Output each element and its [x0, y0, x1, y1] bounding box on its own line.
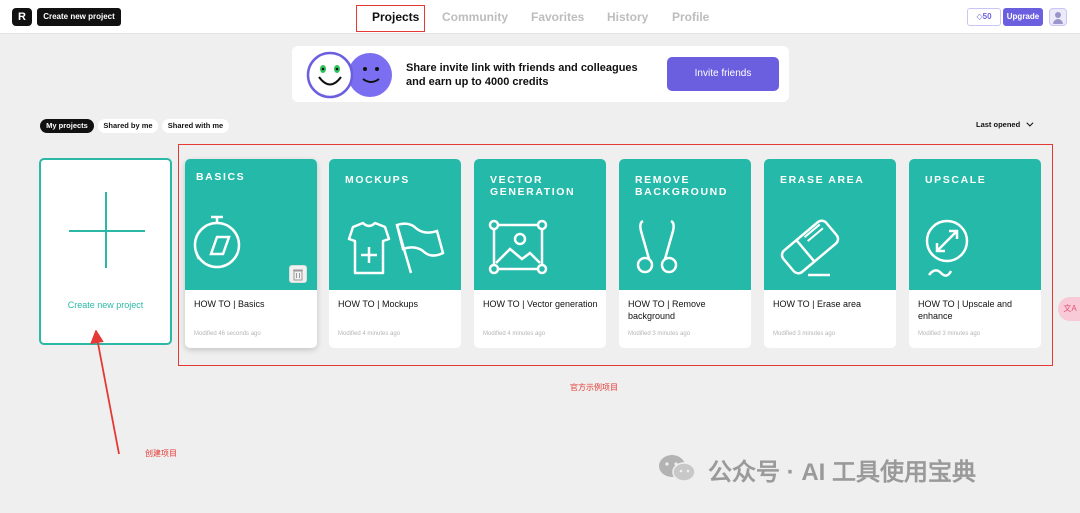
tab-favorites[interactable]: Favorites — [531, 0, 584, 34]
card-title: HOW TO | Remove background — [628, 299, 706, 321]
invite-friends-button[interactable]: Invite friends — [667, 57, 779, 91]
project-card-upscale[interactable]: UPSCALE HOW TO | Upscale and enhance Mod… — [909, 159, 1041, 348]
plus-icon-bar — [69, 230, 145, 232]
create-new-project-label: Create new project — [67, 300, 144, 310]
upgrade-button[interactable]: Upgrade — [1003, 8, 1043, 26]
filter-my-projects[interactable]: My projects — [40, 119, 94, 133]
card-title: HOW TO | Upscale and enhance — [918, 299, 1013, 321]
project-card-basics[interactable]: BASICS HOW TO | Basics Modified 46 secon… — [185, 159, 317, 348]
smiley-faces-icon — [306, 51, 392, 99]
translate-tab[interactable]: 文A — [1058, 297, 1080, 321]
invite-banner: Share invite link with friends and colle… — [292, 46, 789, 102]
vector-image-icon — [488, 219, 548, 275]
card-modified: Modified 46 seconds ago — [194, 331, 261, 337]
project-card-vector-generation[interactable]: VECTOR GENERATION HOW TO | Vector genera… — [474, 159, 606, 348]
tab-profile[interactable]: Profile — [672, 0, 709, 34]
card-category: UPSCALE — [925, 174, 987, 186]
chevron-down-icon — [1026, 119, 1034, 127]
trash-icon[interactable] — [289, 265, 307, 283]
card-category: BASICS — [196, 171, 246, 183]
card-thumbnail: UPSCALE — [909, 159, 1041, 290]
card-thumbnail: ERASE AREA — [764, 159, 896, 290]
card-category: ERASE AREA — [780, 174, 865, 186]
card-thumbnail: MOCKUPS — [329, 159, 461, 290]
card-modified: Modified 3 minutes ago — [918, 331, 981, 337]
banner-text: Share invite link with friends and colle… — [406, 62, 638, 88]
annotation-arrow-icon — [90, 330, 120, 455]
card-title: HOW TO | Mockups — [338, 299, 419, 309]
tshirt-flag-icon — [347, 221, 445, 275]
card-modified: Modified 4 minutes ago — [483, 331, 546, 337]
wechat-icon — [659, 455, 696, 482]
tab-community[interactable]: Community — [442, 0, 508, 34]
project-card-mockups[interactable]: MOCKUPS HOW TO | Mockups Modified 4 minu… — [329, 159, 461, 348]
card-category: VECTOR GENERATION — [490, 174, 576, 198]
create-new-project-card[interactable]: Create new project — [39, 158, 172, 345]
create-annotation: 创建项目 — [145, 449, 177, 458]
card-thumbnail: VECTOR GENERATION — [474, 159, 606, 290]
app-logo[interactable]: R — [12, 8, 32, 26]
sort-label: Last opened — [976, 120, 1021, 129]
card-thumbnail: BASICS — [185, 159, 317, 290]
scissors-icon — [636, 219, 678, 274]
filter-shared-by-me[interactable]: Shared by me — [98, 119, 158, 133]
create-project-button[interactable]: Create new project — [37, 8, 121, 26]
sort-dropdown[interactable]: Last opened — [976, 119, 1034, 129]
examples-annotation: 官方示例项目 — [570, 383, 618, 392]
expand-arrows-icon — [925, 219, 969, 277]
top-bar: R Create new project Projects Community … — [0, 0, 1080, 34]
card-modified: Modified 3 minutes ago — [773, 331, 836, 337]
card-category: REMOVE BACKGROUND — [635, 174, 728, 198]
card-title: HOW TO | Vector generation — [483, 299, 598, 309]
credits-count: 50 — [982, 12, 992, 21]
filter-shared-with-me[interactable]: Shared with me — [162, 119, 229, 133]
watermark-text: 公众号 · AI 工具使用宝典 — [708, 459, 976, 486]
card-title: HOW TO | Basics — [194, 299, 265, 309]
card-title: HOW TO | Erase area — [773, 299, 862, 309]
credits-badge[interactable]: ◇50 — [967, 8, 1001, 26]
card-category: MOCKUPS — [345, 174, 410, 186]
card-modified: Modified 3 minutes ago — [628, 331, 691, 337]
eraser-icon — [780, 219, 840, 277]
tab-history[interactable]: History — [607, 0, 648, 34]
project-card-remove-background[interactable]: REMOVE BACKGROUND HOW TO | Remove backgr… — [619, 159, 751, 348]
card-thumbnail: REMOVE BACKGROUND — [619, 159, 751, 290]
card-modified: Modified 4 minutes ago — [338, 331, 401, 337]
project-card-erase-area[interactable]: ERASE AREA HOW TO | Erase area Modified … — [764, 159, 896, 348]
avatar[interactable] — [1049, 8, 1067, 26]
projects-highlight-box — [356, 5, 425, 32]
